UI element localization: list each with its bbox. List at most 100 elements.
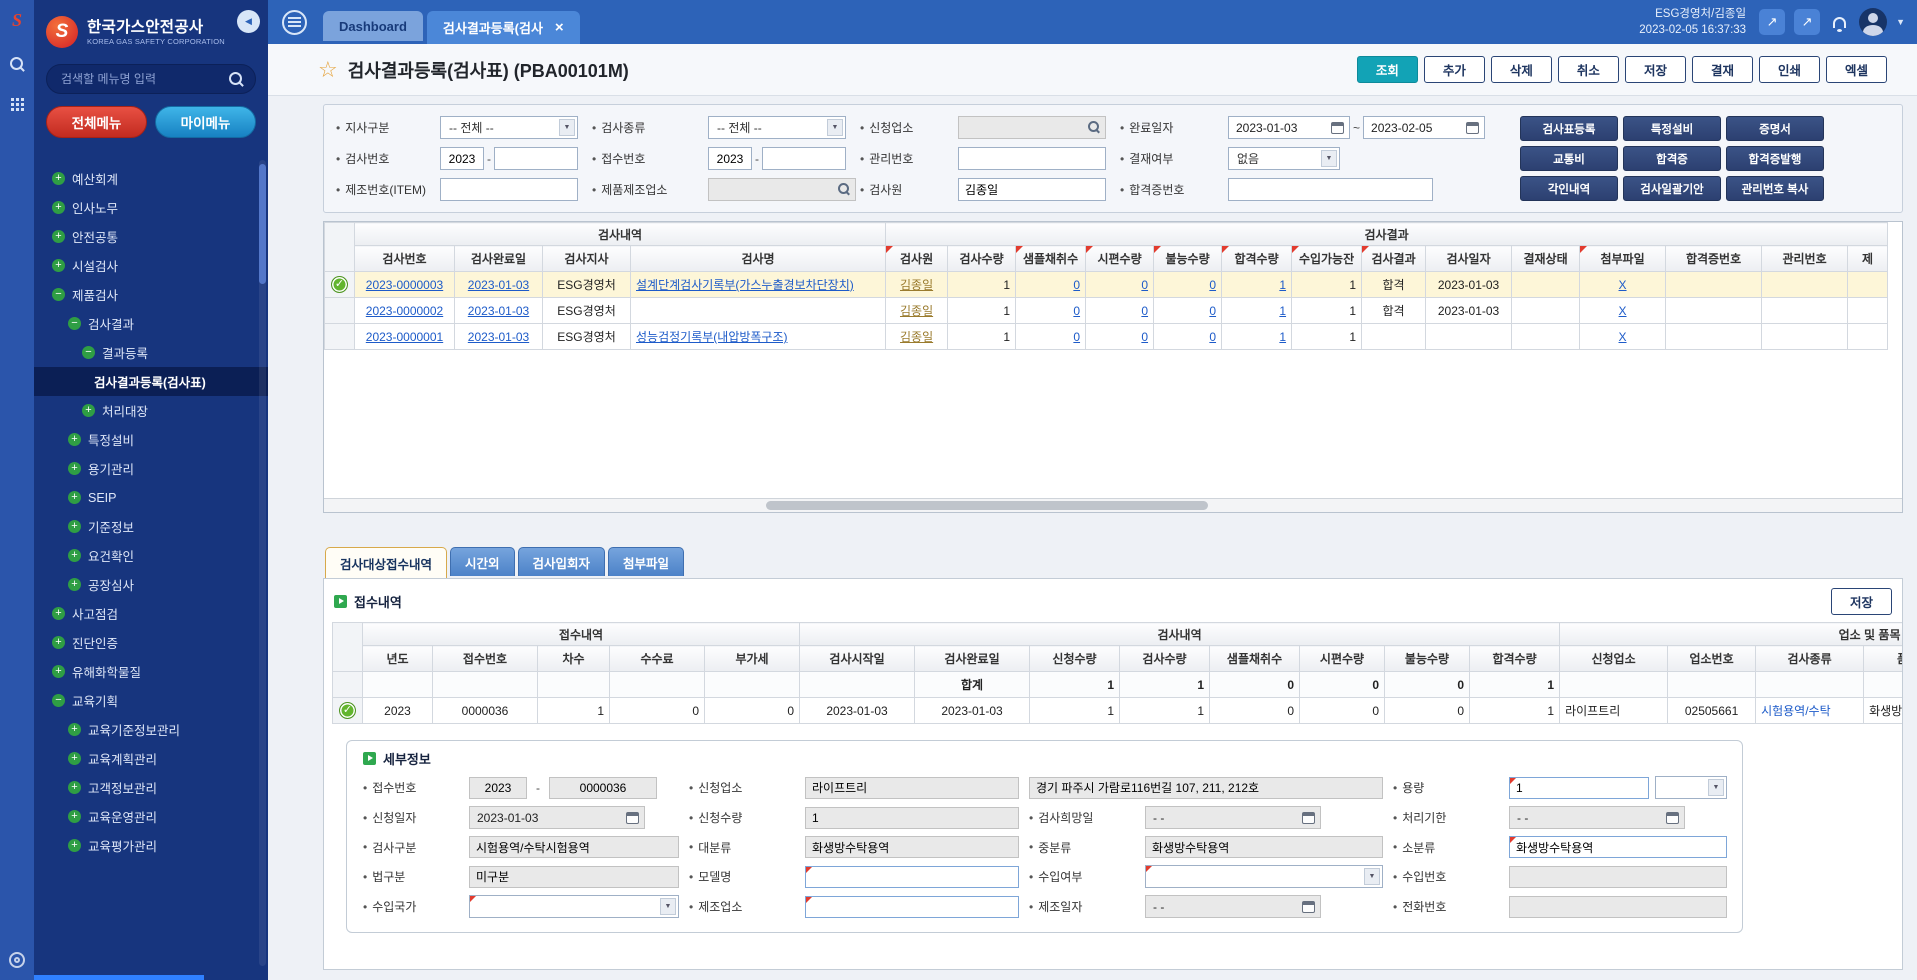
grid-cell[interactable] — [800, 672, 915, 698]
column-header[interactable]: 부가세 — [705, 646, 800, 672]
column-header[interactable]: 업소번호 — [1668, 646, 1756, 672]
sidebar-item[interactable]: −검사결과 — [34, 309, 268, 338]
grid-cell[interactable]: 2023-01-03 — [455, 272, 543, 298]
grid-cell[interactable] — [1362, 324, 1426, 350]
column-header[interactable]: 불능수량 — [1154, 246, 1222, 272]
grid-cell[interactable]: 0 — [1210, 672, 1300, 698]
grid-cell[interactable]: 김종일 — [886, 298, 948, 324]
grid-cell[interactable] — [363, 672, 433, 698]
grid-cell[interactable]: 설계단계검사기록부(가스누출경보차단장치) — [631, 272, 886, 298]
import-country-select[interactable]: ▼ — [469, 895, 679, 918]
expand-plus-icon[interactable]: + — [68, 752, 81, 765]
insp-kind-select[interactable]: -- 전체 --▼ — [708, 116, 846, 139]
sidebar-item[interactable]: +예산회계 — [34, 164, 268, 193]
grid-cell[interactable]: 2023 — [363, 698, 433, 724]
calendar-icon[interactable] — [1302, 812, 1315, 824]
column-header[interactable]: 합격증번호 — [1666, 246, 1762, 272]
sidebar-item[interactable]: +시설검사 — [34, 251, 268, 280]
sidebar-item[interactable]: +교육운영관리 — [34, 802, 268, 831]
grid-cell[interactable] — [1756, 672, 1864, 698]
cell-link[interactable]: 0 — [1141, 330, 1148, 344]
grid-cell[interactable]: 1 — [1292, 272, 1362, 298]
product-maker-input[interactable] — [708, 178, 856, 201]
grid-cell[interactable]: 0 — [1385, 672, 1470, 698]
column-header[interactable]: 품목(대) — [1864, 646, 1903, 672]
sidebar-item[interactable]: +교육기준정보관리 — [34, 715, 268, 744]
calendar-icon[interactable] — [1331, 122, 1344, 134]
collapse-minus-icon[interactable]: − — [82, 346, 95, 359]
grid-cell[interactable]: 1 — [1120, 698, 1210, 724]
grid-cell[interactable]: 2023-01-03 — [1426, 272, 1512, 298]
grid-cell[interactable]: 1 — [1292, 324, 1362, 350]
grid-cell[interactable]: ESG경영처 — [543, 324, 631, 350]
column-header[interactable]: 제 — [1848, 246, 1888, 272]
horizontal-scrollbar-thumb[interactable] — [766, 501, 1208, 510]
hope-date-date[interactable]: - - — [1145, 806, 1321, 829]
search-icon[interactable] — [10, 57, 25, 72]
calendar-icon[interactable] — [626, 812, 639, 824]
grid-cell[interactable]: 0 — [1300, 698, 1385, 724]
expand-plus-icon[interactable]: + — [52, 636, 65, 649]
column-header[interactable]: 검사완료일 — [455, 246, 543, 272]
expand-plus-icon[interactable]: + — [52, 259, 65, 272]
tab-item[interactable]: Dashboard — [323, 11, 423, 41]
grid-cell[interactable] — [1762, 298, 1848, 324]
toolbar-button[interactable]: 취소 — [1558, 56, 1619, 83]
expand-plus-icon[interactable]: + — [68, 462, 81, 475]
search-button[interactable]: 조회 — [1357, 56, 1418, 83]
capacity-input[interactable] — [1509, 777, 1649, 799]
branch-select[interactable]: -- 전체 --▼ — [440, 116, 578, 139]
column-header[interactable]: 결재상태 — [1512, 246, 1580, 272]
bottom-tab[interactable]: 검사대상접수내역 — [325, 547, 447, 578]
column-header[interactable]: 시편수량 — [1300, 646, 1385, 672]
law-type-input[interactable] — [469, 866, 679, 888]
grid-cell[interactable] — [631, 298, 886, 324]
edit-window-icon[interactable]: ↗ — [1794, 9, 1820, 35]
column-header[interactable]: 검사원 — [886, 246, 948, 272]
column-header[interactable]: 샘플채취수 — [1016, 246, 1086, 272]
sidebar-item[interactable]: +특정설비 — [34, 425, 268, 454]
column-header[interactable]: 검사일자 — [1426, 246, 1512, 272]
grid-cell[interactable]: 0 — [1086, 272, 1154, 298]
apply-qty-input[interactable] — [805, 807, 1019, 829]
grid-cell[interactable]: 0000036 — [433, 698, 538, 724]
sidebar-item[interactable]: +안전공통 — [34, 222, 268, 251]
maker-input[interactable] — [805, 896, 1019, 918]
filter-action-button[interactable]: 교통비 — [1520, 146, 1618, 171]
column-header[interactable]: 합격수량 — [1470, 646, 1560, 672]
settings-gear-icon[interactable] — [9, 952, 25, 968]
column-header[interactable]: 검사시작일 — [800, 646, 915, 672]
grid-cell[interactable]: 1 — [1222, 324, 1292, 350]
sidebar-scrollbar[interactable] — [259, 160, 266, 966]
collapse-minus-icon[interactable]: − — [52, 288, 65, 301]
grid-cell[interactable]: 2023-01-03 — [800, 698, 915, 724]
my-menu-button[interactable]: 마이메뉴 — [155, 106, 256, 138]
inspector-input[interactable] — [958, 178, 1106, 201]
expand-plus-icon[interactable]: + — [52, 172, 65, 185]
grid-cell[interactable]: 합격 — [1362, 298, 1426, 324]
receipt-no-input[interactable] — [549, 777, 657, 799]
cell-link[interactable]: X — [1619, 330, 1627, 344]
expand-plus-icon[interactable]: + — [52, 665, 65, 678]
expand-plus-icon[interactable]: + — [68, 549, 81, 562]
toolbar-button[interactable]: 추가 — [1424, 56, 1485, 83]
column-header[interactable]: 불능수량 — [1385, 646, 1470, 672]
avatar[interactable] — [1859, 8, 1887, 36]
cell-link[interactable]: X — [1619, 304, 1627, 318]
grid-cell[interactable]: 1 — [1470, 698, 1560, 724]
bottom-tab[interactable]: 시간외 — [450, 547, 515, 576]
sidebar-item[interactable]: +유해화학물질 — [34, 657, 268, 686]
column-header[interactable]: 년도 — [363, 646, 433, 672]
sidebar-horizontal-scrollbar[interactable] — [34, 975, 204, 980]
grid-cell[interactable] — [433, 672, 538, 698]
cell-link[interactable]: 0 — [1073, 330, 1080, 344]
grid-cell[interactable] — [1848, 298, 1888, 324]
column-header[interactable]: 검사수량 — [948, 246, 1016, 272]
column-header[interactable]: 수입가능잔 — [1292, 246, 1362, 272]
horizontal-scrollbar[interactable] — [324, 498, 1902, 512]
grid-cell[interactable]: 0 — [1210, 698, 1300, 724]
cell-link[interactable]: 0 — [1141, 278, 1148, 292]
grid-cell[interactable]: 1 — [1120, 672, 1210, 698]
cell-link[interactable]: 2023-01-03 — [468, 304, 529, 318]
manage-no-input[interactable] — [958, 147, 1106, 170]
